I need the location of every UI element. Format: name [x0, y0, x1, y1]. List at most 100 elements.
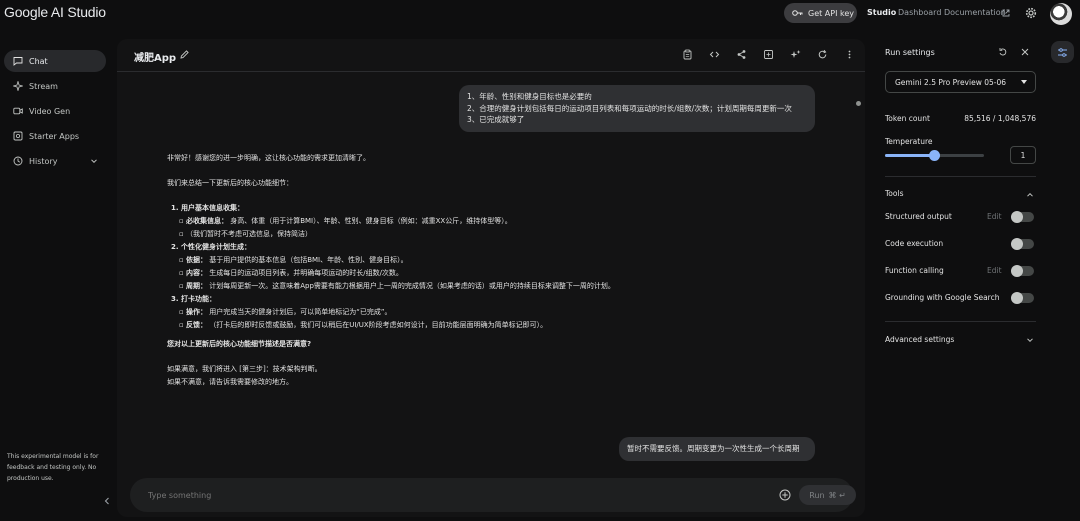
sidebar-item-label: Stream — [29, 81, 58, 91]
more-vert-icon[interactable] — [844, 49, 855, 60]
reset-icon[interactable] — [998, 47, 1008, 57]
chat-panel: 减肥App 1、年龄、性别和健身目标也是必要的 2、合理的健身计划包括每日的运动… — [117, 39, 865, 517]
run-button[interactable]: Run ⌘ ↵ — [799, 485, 856, 505]
external-link-icon — [1002, 9, 1010, 17]
stream-icon — [13, 81, 23, 91]
temperature-slider-fill — [885, 154, 935, 157]
tool-function-calling: Function calling Edit — [885, 265, 1036, 279]
tools-section-label[interactable]: Tools — [885, 189, 903, 198]
message-line: 2、合理的健身计划包括每日的运动项目列表和每项运动的时长/组数/次数；计划周期每… — [467, 103, 792, 113]
top-bar: Google AI Studio Get API key Studio Dash… — [0, 0, 1080, 28]
list-item: ▫ 依据： 基于用户提供的基本信息（包括BMI、年龄、性别、健身目标）。 — [179, 256, 408, 264]
gear-icon[interactable] — [1025, 7, 1037, 19]
list-item: ▫ 反馈： （打卡后的即时反馈或鼓励，我们可以稍后在UI/UX阶段考虑如何设计，… — [179, 321, 548, 329]
close-icon[interactable] — [1020, 47, 1030, 57]
tool-name: Function calling — [885, 266, 944, 275]
message-line: 3、已完成就够了 — [467, 115, 525, 124]
nav-studio[interactable]: Studio — [867, 8, 896, 17]
collapse-sidebar-icon[interactable] — [103, 496, 111, 506]
sidebar-item-video-gen[interactable]: Video Gen — [4, 100, 106, 122]
tune-icon — [1058, 47, 1067, 57]
right-rail — [1046, 39, 1080, 517]
run-shortcut: ⌘ ↵ — [828, 490, 846, 500]
response-summary: 我们来总结一下更新后的核心功能细节： — [167, 179, 293, 187]
avatar[interactable] — [1050, 3, 1072, 25]
tool-structured-output: Structured output Edit — [885, 211, 1036, 225]
tool-code-execution: Code execution — [885, 238, 1036, 252]
caret-down-icon — [1021, 80, 1027, 84]
user-message: 1、年龄、性别和健身目标也是必要的 2、合理的健身计划包括每日的运动项目列表和每… — [459, 85, 815, 132]
toggle-switch[interactable] — [1011, 265, 1034, 277]
sidebar-item-stream[interactable]: Stream — [4, 75, 106, 97]
temperature-label: Temperature — [885, 137, 933, 146]
share-icon[interactable] — [736, 49, 747, 60]
list-item: ▫ 周期： 计划每周更新一次。这意味着App需要有能力根据用户上一周的完成情况（… — [179, 282, 615, 290]
tool-edit-link[interactable]: Edit — [987, 266, 1002, 275]
sidebar-item-label: Starter Apps — [29, 131, 80, 141]
toggle-switch[interactable] — [1011, 211, 1034, 223]
response-if-no: 如果不满意，请告诉我需要修改的地方。 — [167, 378, 293, 386]
advanced-settings-label[interactable]: Advanced settings — [885, 335, 954, 344]
scroll-indicator — [856, 101, 861, 106]
tool-edit-link[interactable]: Edit — [987, 212, 1002, 221]
sidebar-item-label: Video Gen — [29, 106, 71, 116]
sidebar-item-label: Chat — [29, 56, 48, 66]
sparkle-icon[interactable] — [790, 49, 801, 60]
experimental-note: This experimental model is for feedback … — [7, 453, 99, 482]
sidebar-item-chat[interactable]: Chat — [4, 50, 106, 72]
add-icon[interactable] — [779, 489, 791, 501]
clipboard-icon[interactable] — [682, 49, 693, 60]
response-intro: 非常好！感谢您的进一步明确，这让核心功能的需求更加清晰了。 — [167, 154, 370, 162]
sidebar-item-starter-apps[interactable]: Starter Apps — [4, 125, 106, 147]
prompt-bar: Run ⌘ ↵ — [130, 478, 856, 512]
code-icon[interactable] — [709, 49, 720, 60]
tool-name: Code execution — [885, 239, 944, 248]
chevron-down-icon — [91, 159, 97, 164]
edit-title-icon[interactable] — [179, 49, 190, 60]
refresh-icon[interactable] — [817, 49, 828, 60]
get-api-key-label: Get API key — [808, 8, 855, 18]
key-icon — [792, 10, 803, 16]
chat-icon — [13, 57, 23, 66]
get-api-key-button[interactable]: Get API key — [784, 3, 857, 23]
run-settings-title: Run settings — [885, 48, 935, 57]
user-message: 暂时不需要反馈。周期变更为一次性生成一个长周期 — [619, 437, 815, 461]
divider — [885, 176, 1036, 177]
video-icon — [13, 107, 23, 115]
compare-icon[interactable] — [763, 49, 774, 60]
prompt-input[interactable] — [148, 488, 448, 502]
nav-documentation[interactable]: Documentation — [944, 8, 1006, 17]
app-logo[interactable]: Google AI Studio — [4, 4, 106, 20]
history-icon — [13, 156, 23, 166]
run-settings-panel: Run settings Gemini 2.5 Pro Preview 05-0… — [872, 39, 1044, 517]
divider — [885, 321, 1036, 322]
model-select[interactable]: Gemini 2.5 Pro Preview 05-06 — [885, 71, 1036, 93]
list-item: ▫ 必收集信息： 身高、体重（用于计算BMI）、年龄、性别、健身目标（例如：减重… — [179, 217, 512, 225]
token-count-label: Token count — [885, 114, 930, 123]
toggle-switch[interactable] — [1011, 292, 1034, 304]
toggle-switch[interactable] — [1011, 238, 1034, 250]
run-settings-toggle-button[interactable] — [1051, 41, 1074, 63]
response-if-yes: 如果满意，我们将进入 [第三步]：技术架构判断。 — [167, 365, 322, 373]
tool-name: Structured output — [885, 212, 952, 221]
run-label: Run — [809, 490, 825, 500]
chevron-up-icon[interactable] — [1026, 191, 1034, 199]
nav-dashboard[interactable]: Dashboard — [898, 8, 941, 17]
section-heading: 3. 打卡功能： — [171, 295, 216, 303]
list-item: ▫ （我们暂时不考虑可选信息，保持简洁） — [179, 230, 312, 238]
section-heading: 1. 用户基本信息收集： — [171, 204, 244, 212]
temperature-slider-handle[interactable] — [929, 150, 940, 161]
model-response: 非常好！感谢您的进一步明确，这让核心功能的需求更加清晰了。 我们来总结一下更新后… — [167, 152, 727, 389]
chat-header: 减肥App — [117, 39, 865, 72]
sidebar-item-history[interactable]: History — [4, 150, 106, 172]
apps-icon — [13, 131, 23, 141]
tool-grounding: Grounding with Google Search — [885, 292, 1036, 306]
list-item: ▫ 内容： 生成每日的运动项目列表，并明确每项运动的时长/组数/次数。 — [179, 269, 403, 277]
temperature-slider[interactable] — [885, 150, 984, 161]
model-select-value: Gemini 2.5 Pro Preview 05-06 — [895, 77, 1007, 87]
message-line: 暂时不需要反馈。周期变更为一次性生成一个长周期 — [627, 444, 800, 453]
temperature-input[interactable]: 1 — [1010, 146, 1036, 164]
chevron-down-icon[interactable] — [1026, 336, 1034, 344]
chat-title: 减肥App — [134, 53, 177, 64]
sidebar-item-label: History — [29, 156, 58, 166]
